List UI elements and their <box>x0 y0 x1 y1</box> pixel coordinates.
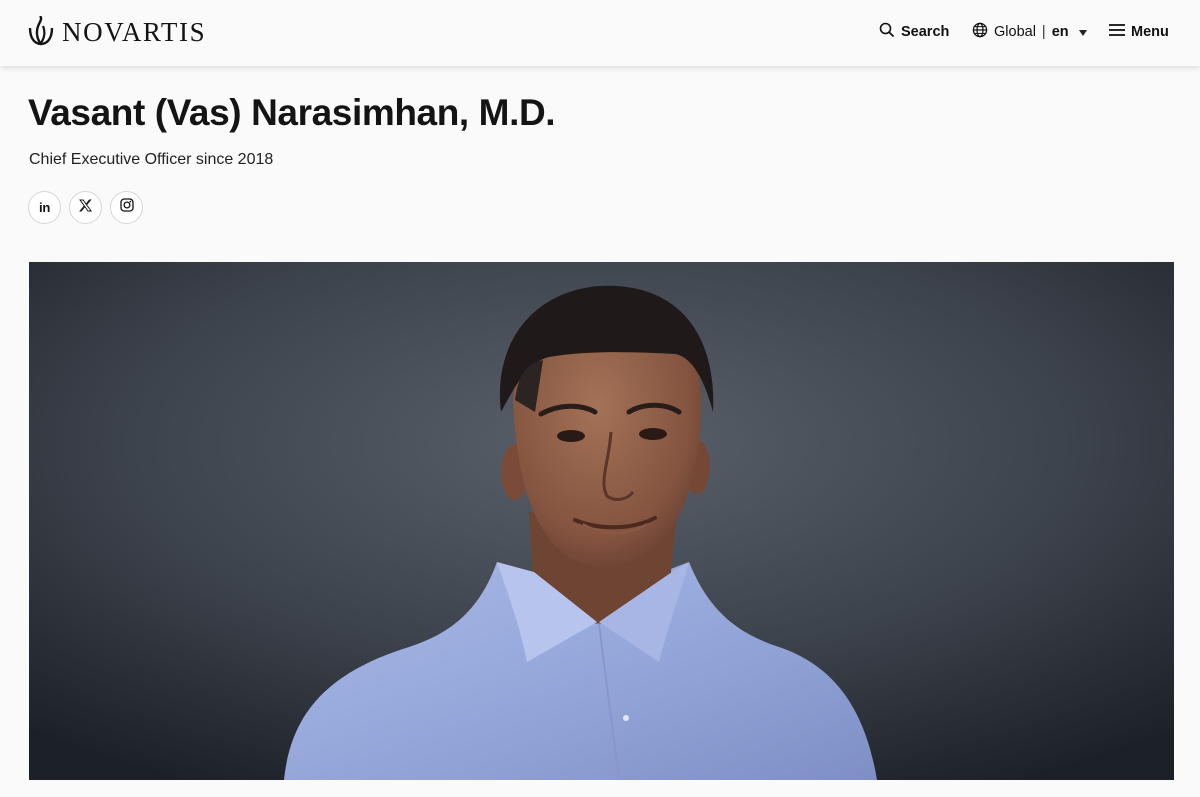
linkedin-button[interactable]: in <box>28 191 61 224</box>
linkedin-icon: in <box>39 200 50 215</box>
region-label: Global <box>994 24 1036 40</box>
menu-button[interactable]: Menu <box>1109 20 1169 44</box>
menu-label: Menu <box>1131 24 1169 40</box>
role-subtitle: Chief Executive Officer since 2018 <box>29 151 274 168</box>
instagram-icon <box>119 198 134 217</box>
search-button[interactable]: Search <box>879 20 949 44</box>
globe-icon <box>972 22 988 42</box>
search-icon <box>879 22 895 42</box>
language-separator: | <box>1041 24 1046 40</box>
language-code: en <box>1051 24 1069 40</box>
hamburger-icon <box>1109 23 1125 41</box>
site-header: NOVARTIS Search Global | en Menu <box>0 0 1200 66</box>
page-title: Vasant (Vas) Narasimhan, M.D. <box>28 92 556 133</box>
portrait-photo <box>29 262 1174 780</box>
novartis-logo[interactable]: NOVARTIS <box>28 15 206 47</box>
search-label: Search <box>901 24 950 40</box>
novartis-flame-icon <box>28 16 54 46</box>
x-icon <box>79 199 93 217</box>
language-selector[interactable]: Global | en <box>972 20 1087 44</box>
logo-wordmark: NOVARTIS <box>62 16 207 47</box>
caret-down-icon <box>1078 29 1087 36</box>
instagram-button[interactable] <box>110 191 143 224</box>
x-twitter-button[interactable] <box>69 191 102 224</box>
